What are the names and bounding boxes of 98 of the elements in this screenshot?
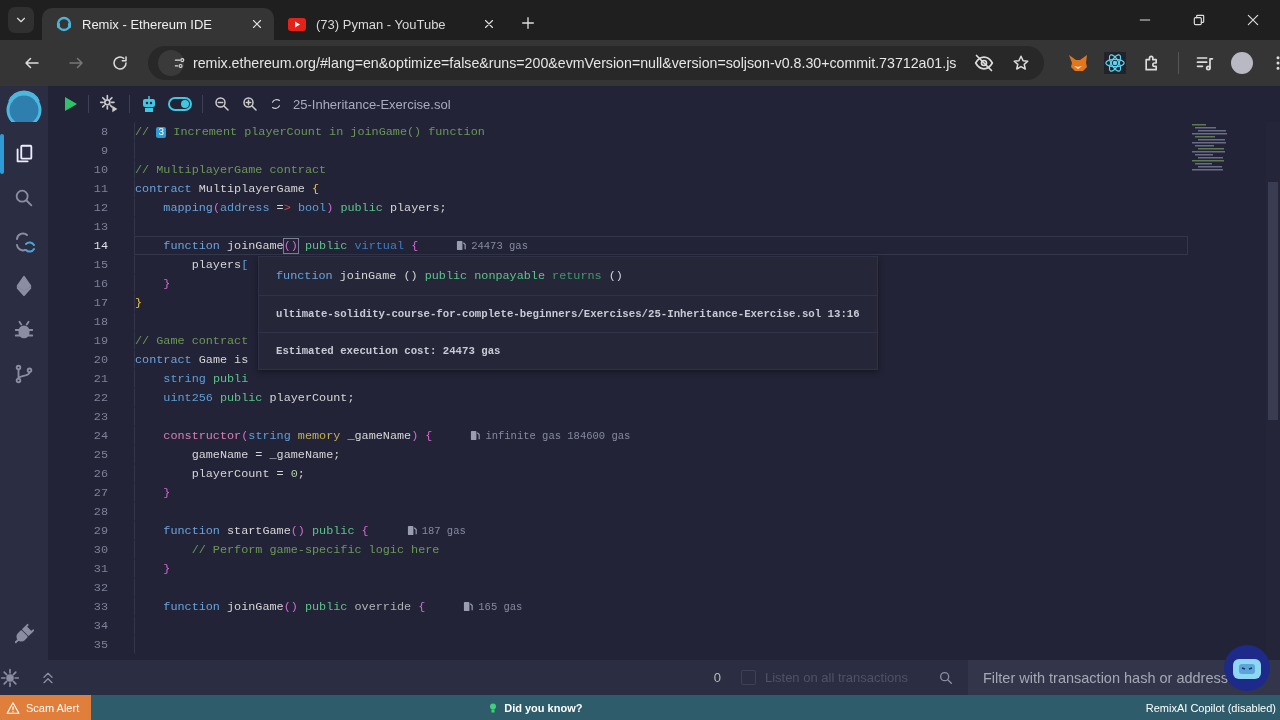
line-number: 28 <box>92 504 108 519</box>
restore-icon[interactable] <box>1192 13 1206 27</box>
line-number: 33 <box>92 599 108 614</box>
file-path: ultimate-solidity-course-for-complete-beginners/Exercises/25-Inheritance-Exercise.sol 13:16 <box>276 308 860 320</box>
address-bar[interactable]: remix.ethereum.org/#lang=en&optimize=false&runs=200&evmVersion=null&version=soljson-v0.8.30+commit.73712a01.js <box>148 46 1045 80</box>
line-number: 27 <box>92 485 108 500</box>
code-line: playerCount = 0; <box>190 466 305 481</box>
line-number: 18 <box>92 314 108 329</box>
gas-pump-icon <box>470 430 482 441</box>
code-line: // 3 Increment playerCount in joinGame() function <box>135 124 485 139</box>
play-logo-icon <box>288 17 306 31</box>
gas-estimate: 24473 gas <box>471 239 528 252</box>
plug-icon[interactable] <box>13 623 35 645</box>
file-name: 25-Inheritance-Exercise.sol <box>293 96 451 112</box>
scrollbar-thumb[interactable] <box>1268 182 1278 420</box>
gas-pump-icon <box>456 240 468 251</box>
code-line: } <box>135 295 143 310</box>
line-number: 25 <box>92 447 108 462</box>
gas-estimate: 187 gas <box>421 524 466 537</box>
line-number: 11 <box>92 181 108 196</box>
run-icon[interactable] <box>62 96 78 112</box>
browser-tab[interactable]: (73) Pyman - YouTube <box>274 8 506 40</box>
code-line: function joinGame() public override { <box>162 599 426 614</box>
site-info-icon[interactable] <box>158 50 184 76</box>
settings-icon[interactable] <box>0 667 20 688</box>
code-line: mapping(address => bool) public players; <box>162 200 447 215</box>
code-line: } <box>162 276 171 291</box>
code-line: contract Game is <box>135 352 249 367</box>
code-line: players[ <box>190 257 249 272</box>
line-number: 31 <box>92 561 108 576</box>
code-line: } <box>162 485 171 500</box>
close-icon[interactable] <box>250 17 264 31</box>
close-icon[interactable] <box>1246 13 1260 27</box>
code-line: } <box>162 561 171 576</box>
code-line: string publi <box>162 371 249 386</box>
branch-icon[interactable] <box>13 363 35 385</box>
transaction-count: 0 <box>713 670 721 685</box>
line-number: 23 <box>92 409 108 424</box>
gas-estimate: infinite gas 184600 gas <box>485 429 631 442</box>
line-number: 12 <box>92 200 108 215</box>
code-line: gameName = _gameName; <box>190 447 341 462</box>
robot-icon[interactable] <box>140 95 158 113</box>
code-line: // Perform game-specific logic here <box>190 542 440 557</box>
line-number: 16 <box>92 276 108 291</box>
reload-icon[interactable] <box>111 54 129 72</box>
remix-logo-icon <box>56 16 72 32</box>
line-number: 17 <box>92 295 108 310</box>
line-number: 30 <box>92 542 108 557</box>
ai-toggle[interactable] <box>168 97 192 111</box>
line-number: 35 <box>92 637 108 652</box>
gas-estimate: 165 gas <box>478 600 523 613</box>
line-number: 20 <box>92 352 108 367</box>
warning-icon <box>6 700 20 715</box>
function-signature: function joinGame () public nonpayable returns () <box>276 269 623 283</box>
line-number: 8 <box>99 124 108 139</box>
gas-pump-icon <box>463 601 475 612</box>
gas-pump-icon <box>406 525 418 536</box>
sync-icon[interactable] <box>269 97 283 111</box>
bug-icon[interactable] <box>13 319 35 341</box>
line-number: 22 <box>92 390 108 405</box>
code-line: // MultiplayerGame contract <box>135 162 327 177</box>
line-number: 13 <box>92 219 108 234</box>
profile-avatar[interactable] <box>1231 52 1254 74</box>
copilot-status[interactable]: RemixAI Copilot (disabled) <box>1145 701 1276 714</box>
tip-link[interactable]: Did you know? <box>504 701 583 714</box>
star-icon[interactable] <box>1012 54 1031 72</box>
code-line: // Game contract <box>135 333 249 348</box>
code-line: constructor(string memory _gameName) { <box>162 428 433 443</box>
code-line: function startGame() public { <box>162 523 369 538</box>
search-icon[interactable] <box>13 187 35 209</box>
zoom-in-icon[interactable] <box>241 95 259 113</box>
atom-icon[interactable] <box>1104 52 1127 74</box>
line-number: 29 <box>92 523 108 538</box>
line-number: 26 <box>92 466 108 481</box>
zoom-out-icon[interactable] <box>213 95 231 113</box>
gear-play-icon[interactable] <box>99 94 119 114</box>
close-icon[interactable] <box>482 17 496 31</box>
execution-cost: Estimated execution cost: 24473 gas <box>276 345 501 357</box>
code-line: function joinGame() public virtual { <box>162 238 419 253</box>
line-number: 21 <box>92 371 108 386</box>
url-text: remix.ethereum.org/#lang=en&optimize=false&runs=200&evmVersion=null&version=soljson-v0.8.30+commit.73712a01.js <box>193 55 957 71</box>
line-number: 15 <box>92 257 108 272</box>
line-number: 10 <box>92 162 108 177</box>
line-number: 32 <box>92 580 108 595</box>
line-number: 14 <box>92 238 108 253</box>
eye-slash-icon[interactable] <box>974 53 995 73</box>
sliders-icon <box>173 56 187 70</box>
search-icon[interactable] <box>938 669 954 686</box>
browser-tab[interactable]: Remix - Ethereum IDE <box>42 8 274 40</box>
fox-icon[interactable] <box>1068 54 1089 72</box>
line-number: 34 <box>92 618 108 633</box>
line-number: 9 <box>99 143 108 158</box>
code-line: uint256 public playerCount; <box>162 390 355 405</box>
new-tab-icon[interactable] <box>520 15 536 31</box>
line-number: 24 <box>92 428 108 443</box>
line-number: 19 <box>92 333 108 348</box>
tab-list-button[interactable] <box>8 7 34 33</box>
code-line: contract MultiplayerGame { <box>135 181 320 196</box>
